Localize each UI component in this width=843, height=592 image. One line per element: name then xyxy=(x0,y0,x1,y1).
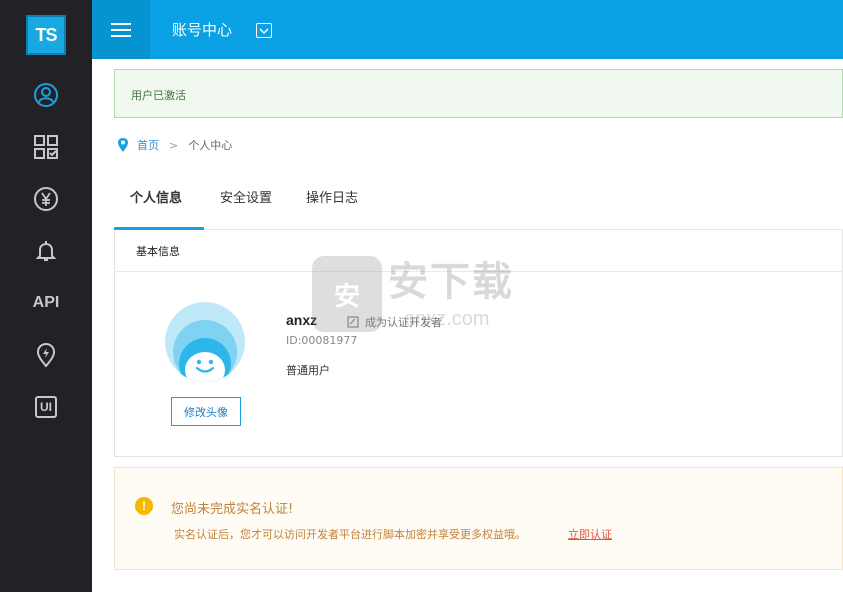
ui-box-icon[interactable]: UI xyxy=(29,390,63,424)
ui-label: UI xyxy=(35,396,57,418)
warning-icon: ! xyxy=(135,497,153,515)
menu-line-icon xyxy=(111,22,131,25)
verification-notice: ! 您尚未完成实名认证! 实名认证后，您才可以访问开发者平台进行脚本加密并享受更… xyxy=(114,467,843,570)
api-label: API xyxy=(32,294,60,311)
tab-security-settings[interactable]: 安全设置 xyxy=(220,186,272,230)
sidebar: TS API UI xyxy=(0,0,92,592)
menu-line-icon xyxy=(111,34,131,37)
api-text-icon[interactable]: API xyxy=(29,286,63,320)
notice-title: 您尚未完成实名认证! xyxy=(171,502,294,517)
tab-personal-info[interactable]: 个人信息 xyxy=(130,186,182,230)
bell-icon[interactable] xyxy=(29,234,63,268)
edit-icon xyxy=(347,316,359,328)
panel-header: 基本信息 xyxy=(115,230,843,272)
breadcrumb-current: 个人中心 xyxy=(188,139,233,152)
user-circle-icon[interactable] xyxy=(29,78,63,112)
breadcrumb-home-link[interactable]: 首页 xyxy=(137,137,159,153)
breadcrumb-separator: > xyxy=(169,138,179,152)
hamburger-menu-button[interactable] xyxy=(92,0,150,59)
app-logo[interactable]: TS xyxy=(26,15,66,55)
panel-title: 基本信息 xyxy=(136,245,180,258)
location-pin-icon xyxy=(118,138,128,152)
menu-line-icon xyxy=(111,28,131,31)
user-id: ID:00081977 xyxy=(286,334,358,347)
user-role: 普通用户 xyxy=(286,364,330,377)
tab-operation-log[interactable]: 操作日志 xyxy=(306,186,358,230)
yen-circle-icon[interactable] xyxy=(29,182,63,216)
change-avatar-button[interactable]: 修改头像 xyxy=(171,397,241,426)
location-bolt-icon[interactable] xyxy=(29,338,63,372)
avatar xyxy=(165,302,245,382)
username: anxz xyxy=(286,312,318,328)
basic-info-panel: 基本信息 修改头像 anxz 成为认证开发者 ID:00081977 普通用户 xyxy=(114,230,843,457)
alert-text: 用户已激活 xyxy=(131,89,186,102)
page-title: 账号中心 xyxy=(172,21,233,39)
verify-link-label: 成为认证开发者 xyxy=(365,316,442,329)
breadcrumb: 首页 > 个人中心 xyxy=(117,136,232,154)
notice-body: 实名认证后，您才可以访问开发者平台进行脚本加密并享受更多权益哦。 xyxy=(174,528,526,541)
verify-now-link[interactable]: 立即认证 xyxy=(568,526,612,542)
chevron-down-icon[interactable] xyxy=(256,23,272,38)
become-verified-developer-link[interactable]: 成为认证开发者 xyxy=(347,314,442,330)
top-bar: 账号中心 xyxy=(92,0,843,59)
success-alert: 用户已激活 xyxy=(114,69,843,118)
tab-bar: 个人信息 安全设置 操作日志 xyxy=(114,186,843,230)
apps-grid-icon[interactable] xyxy=(29,130,63,164)
